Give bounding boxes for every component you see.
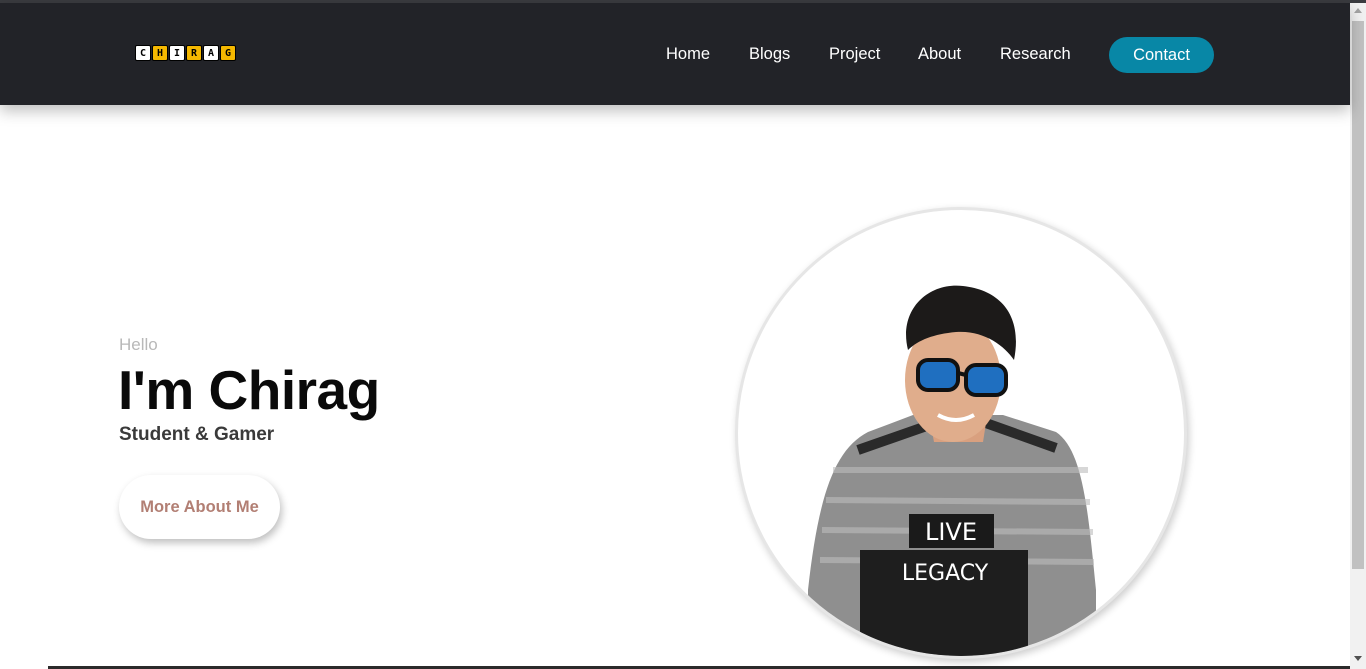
nav-link-research[interactable]: Research (1000, 44, 1071, 64)
scroll-down-arrow-icon[interactable] (1354, 656, 1362, 661)
shirt-text-live: LIVE (925, 518, 977, 546)
profile-photo-illustration: LIVE LEGACY (808, 285, 1096, 656)
nav-link-about[interactable]: About (918, 44, 961, 64)
site-logo[interactable]: C H I R A G (135, 45, 237, 61)
logo-letter: C (135, 45, 151, 61)
scroll-up-arrow-icon[interactable] (1354, 8, 1362, 13)
navbar: C H I R A G Home Blogs Project About Res… (0, 3, 1350, 105)
hero-title: I'm Chirag (118, 359, 380, 421)
hero-greeting: Hello (119, 335, 158, 354)
contact-button[interactable]: Contact (1109, 37, 1214, 73)
page-scrollbar[interactable] (1350, 3, 1366, 669)
logo-letter: G (220, 45, 236, 61)
nav-link-blogs[interactable]: Blogs (749, 44, 790, 64)
logo-letter: R (186, 45, 202, 61)
logo-letter: I (169, 45, 185, 61)
logo-letter: H (152, 45, 168, 61)
nav-link-project[interactable]: Project (829, 44, 880, 64)
shirt-text-legacy: LEGACY (902, 561, 989, 586)
scrollbar-thumb[interactable] (1352, 21, 1364, 569)
hero-subtitle: Student & Gamer (119, 424, 275, 445)
logo-letter: A (203, 45, 219, 61)
more-about-me-button[interactable]: More About Me (119, 475, 280, 539)
profile-photo: LIVE LEGACY (735, 207, 1187, 659)
nav-link-home[interactable]: Home (666, 44, 710, 64)
